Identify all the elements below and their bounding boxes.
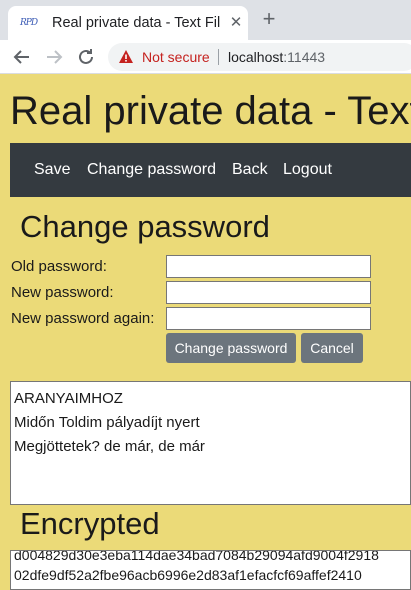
editor-line: Megjöttetek? de már, de már xyxy=(14,438,205,455)
encrypted-line: d004829d30e3eba114dae34bad7084b29094afd9… xyxy=(14,550,379,563)
navbar: Save Change password Back Logout xyxy=(10,143,411,197)
url-text: localhost:11443 xyxy=(228,48,325,66)
new-password-again-input[interactable] xyxy=(166,307,371,330)
new-tab-icon[interactable]: + xyxy=(258,8,280,30)
browser-tab[interactable]: RPD Real private data - Text Fil ✕ xyxy=(8,6,248,40)
editor-line: Midőn Toldim pályadíjt nyert xyxy=(14,414,200,431)
editor-line: ARANYAIMHOZ xyxy=(14,390,123,407)
old-password-label: Old password: xyxy=(11,258,107,275)
encrypted-line: 02dfe9df52a2fbe96acb6996e2d83af1efacfcf6… xyxy=(14,567,362,583)
new-password-again-label: New password again: xyxy=(11,310,155,327)
plaintext-editor[interactable]: ARANYAIMHOZ Midőn Toldim pályadíjt nyert M… xyxy=(10,381,411,505)
change-password-button[interactable]: Change password xyxy=(166,333,296,363)
encrypted-heading: Encrypted xyxy=(20,506,160,541)
browser-toolbar: Not secure localhost:11443 xyxy=(0,40,411,74)
change-password-heading: Change password xyxy=(20,209,270,244)
new-password-input[interactable] xyxy=(166,281,371,304)
nav-change-password-link[interactable]: Change password xyxy=(87,161,216,179)
old-password-input[interactable] xyxy=(166,255,371,278)
reload-icon[interactable] xyxy=(74,45,98,69)
encrypted-output[interactable]: d004829d30e3eba114dae34bad7084b29094afd9… xyxy=(10,550,411,590)
url-host: localhost xyxy=(228,49,284,65)
close-tab-icon[interactable]: ✕ xyxy=(228,14,244,32)
back-arrow-icon[interactable] xyxy=(10,45,34,69)
new-password-label: New password: xyxy=(11,284,114,301)
favicon-icon: RPD xyxy=(20,18,38,28)
page-title: Real private data - Text xyxy=(10,89,411,133)
security-label[interactable]: Not secure xyxy=(142,48,210,66)
browser-tabstrip: RPD Real private data - Text Fil ✕ + xyxy=(0,0,411,40)
omnibox-divider xyxy=(218,49,219,65)
page-content: Real private data - Text Save Change pas… xyxy=(0,75,411,590)
forward-arrow-icon[interactable] xyxy=(42,45,66,69)
warning-icon xyxy=(119,50,133,63)
url-port: :11443 xyxy=(283,49,326,65)
cancel-button[interactable]: Cancel xyxy=(301,333,363,363)
nav-back-link[interactable]: Back xyxy=(232,161,268,179)
nav-logout-link[interactable]: Logout xyxy=(283,161,332,179)
address-bar[interactable]: Not secure localhost:11443 xyxy=(108,43,411,71)
tab-title: Real private data - Text Fil xyxy=(52,15,221,31)
nav-save-link[interactable]: Save xyxy=(34,161,70,179)
